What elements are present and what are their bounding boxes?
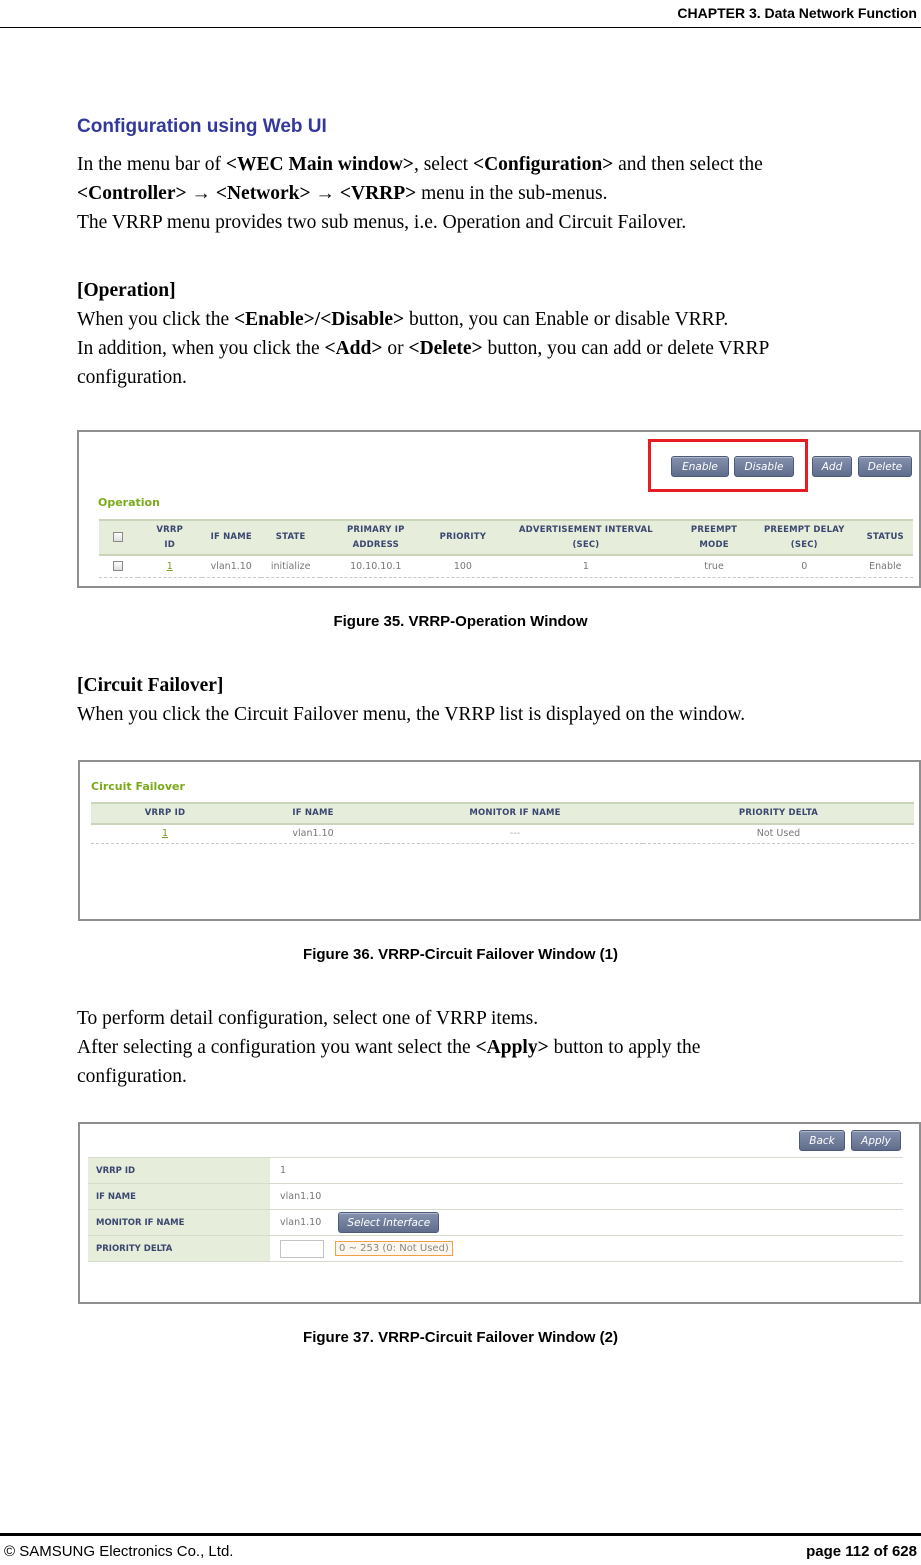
col-status[interactable]: STATUS — [857, 519, 913, 556]
cell-state: initialize — [260, 555, 321, 578]
row-checkbox[interactable] — [113, 561, 124, 572]
cell-monitor-if-name: --- — [387, 824, 643, 844]
detail-line-1: To perform detail configuration, select … — [77, 1008, 539, 1029]
delete-button[interactable]: Delete — [858, 456, 912, 477]
cell-priority-delta: Not Used — [643, 824, 914, 844]
col-priority[interactable]: PRIORITY — [431, 519, 495, 556]
section-title: Configuration using Web UI — [77, 116, 327, 137]
vrrp-id-link[interactable]: 1 — [162, 828, 168, 839]
col-if-name[interactable]: IF NAME — [239, 802, 387, 825]
copyright: © SAMSUNG Electronics Co., Ltd. — [4, 1543, 234, 1560]
intro-line-3: The VRRP menu provides two sub menus, i.… — [77, 212, 687, 233]
operation-line-3: configuration. — [77, 367, 187, 388]
page-header: CHAPTER 3. Data Network Function — [0, 0, 921, 28]
col-vrrp-id[interactable]: VRRP ID — [91, 802, 239, 825]
monitor-if-name-label: MONITOR IF NAME — [88, 1209, 270, 1236]
operation-heading: [Operation] — [77, 280, 176, 301]
circuit-heading: [Circuit Failover] — [77, 675, 224, 696]
operation-table: VRRP ID IF NAME STATE PRIMARY IP ADDRESS P… — [99, 519, 913, 578]
operation-ui-title: Operation — [98, 496, 160, 509]
if-name-value: vlan1.10 — [270, 1183, 903, 1210]
circuit-failover-table: VRRP ID IF NAME MONITOR IF NAME PRIORITY… — [91, 802, 914, 844]
chapter-title: CHAPTER 3. Data Network Function — [677, 5, 917, 21]
priority-delta-range-hint: 0 ~ 253 (0: Not Used) — [335, 1241, 453, 1256]
col-if-name[interactable]: IF NAME — [201, 519, 261, 556]
figure-35-caption: Figure 35. VRRP-Operation Window — [333, 613, 588, 630]
cell-if-name: vlan1.10 — [239, 824, 387, 844]
table-row[interactable]: 1 vlan1.10 initialize 10.10.10.1 100 1 t… — [99, 555, 913, 578]
col-adv-interval[interactable]: ADVERTISEMENT INTERVAL (SEC) — [494, 519, 678, 556]
field-row-monitor-if-name: MONITOR IF NAME vlan1.10 Select Interfac… — [88, 1209, 903, 1236]
circuit-failover-ui-title: Circuit Failover — [91, 780, 185, 793]
figure-35-screenshot: Enable Disable Add Delete Operation VRRP… — [77, 430, 921, 588]
circuit-line-1: When you click the Circuit Failover menu… — [77, 704, 746, 725]
table-header-row: VRRP ID IF NAME MONITOR IF NAME PRIORITY… — [91, 802, 914, 825]
field-row-vrrp-id: VRRP ID 1 — [88, 1157, 903, 1184]
figure-36-caption: Figure 36. VRRP-Circuit Failover Window … — [303, 946, 618, 963]
operation-line-2: In addition, when you click the <Add> or… — [77, 338, 770, 359]
page-number: page 112 of 628 — [806, 1543, 917, 1560]
cell-preempt-delay: 0 — [750, 555, 858, 578]
figure-37-screenshot: Back Apply VRRP ID 1 IF NAME vlan1.10 MO… — [78, 1122, 921, 1304]
apply-button[interactable]: Apply — [851, 1130, 901, 1151]
operation-line-1: When you click the <Enable>/<Disable> bu… — [77, 309, 729, 330]
intro-line-1: In the menu bar of <WEC Main window>, se… — [77, 154, 763, 175]
cell-adv-interval: 1 — [494, 555, 678, 578]
col-monitor-if-name[interactable]: MONITOR IF NAME — [387, 802, 643, 825]
enable-button[interactable]: Enable — [671, 456, 729, 477]
cell-status: Enable — [857, 555, 913, 578]
col-vrrp-id[interactable]: VRRP ID — [137, 519, 202, 556]
field-row-priority-delta: PRIORITY DELTA 0 ~ 253 (0: Not Used) — [88, 1235, 903, 1262]
col-primary-ip[interactable]: PRIMARY IP ADDRESS — [320, 519, 432, 556]
intro-line-2: <Controller> → <Network> → <VRRP> menu i… — [77, 183, 608, 204]
wec-main-window-ref: <WEC Main window> — [225, 154, 414, 175]
figure-37-caption: Figure 37. VRRP-Circuit Failover Window … — [303, 1329, 618, 1346]
cell-if-name: vlan1.10 — [201, 555, 261, 578]
back-button[interactable]: Back — [799, 1130, 845, 1151]
select-interface-button[interactable]: Select Interface — [338, 1212, 440, 1233]
vrrp-id-label: VRRP ID — [88, 1157, 270, 1184]
menu-path: <Controller> → <Network> → <VRRP> — [77, 183, 417, 204]
table-row[interactable]: 1 vlan1.10 --- Not Used — [91, 824, 914, 844]
configuration-ref: <Configuration> — [472, 154, 614, 175]
vrrp-id-value: 1 — [270, 1157, 903, 1184]
priority-delta-label: PRIORITY DELTA — [88, 1235, 270, 1262]
cell-priority: 100 — [431, 555, 495, 578]
cell-primary-ip: 10.10.10.1 — [320, 555, 432, 578]
detail-line-3: configuration. — [77, 1066, 187, 1087]
col-preempt-delay[interactable]: PREEMPT DELAY (SEC) — [750, 519, 858, 556]
col-state[interactable]: STATE — [260, 519, 321, 556]
select-all-checkbox[interactable] — [113, 531, 124, 542]
page-footer: © SAMSUNG Electronics Co., Ltd. page 112… — [0, 1533, 921, 1560]
field-row-if-name: IF NAME vlan1.10 — [88, 1183, 903, 1210]
cell-preempt-mode: true — [677, 555, 751, 578]
table-header-row: VRRP ID IF NAME STATE PRIMARY IP ADDRESS P… — [99, 519, 913, 556]
figure-36-screenshot: Circuit Failover VRRP ID IF NAME MONITOR… — [78, 760, 921, 921]
circuit-failover-detail-table: VRRP ID 1 IF NAME vlan1.10 MONITOR IF NA… — [88, 1157, 903, 1262]
if-name-label: IF NAME — [88, 1183, 270, 1210]
detail-line-2: After selecting a configuration you want… — [77, 1037, 701, 1058]
vrrp-id-link[interactable]: 1 — [167, 561, 173, 572]
col-priority-delta[interactable]: PRIORITY DELTA — [643, 802, 914, 825]
disable-button[interactable]: Disable — [734, 456, 794, 477]
add-button[interactable]: Add — [812, 456, 852, 477]
priority-delta-input[interactable] — [280, 1239, 324, 1258]
monitor-if-name-value: vlan1.10 — [280, 1217, 322, 1228]
col-preempt-mode[interactable]: PREEMPT MODE — [677, 519, 751, 556]
